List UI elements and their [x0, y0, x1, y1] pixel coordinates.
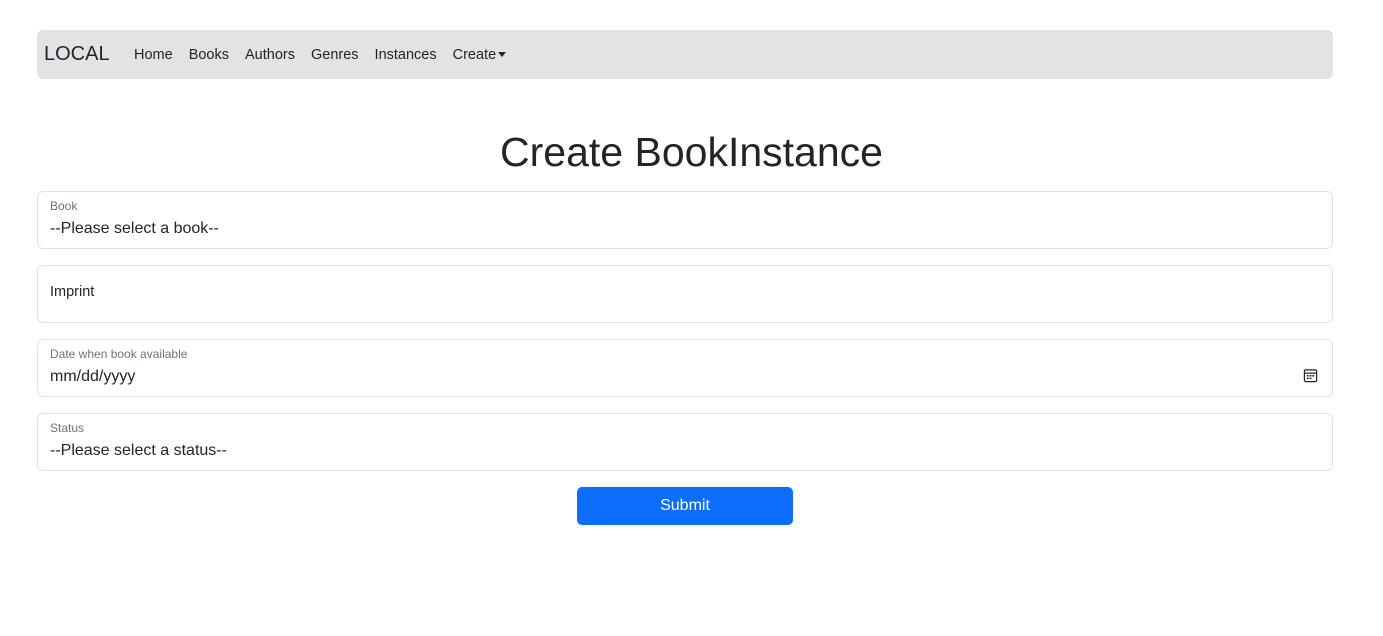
due-back-placeholder: mm/dd/yyyy	[50, 368, 136, 385]
page-title: Create BookInstance	[500, 129, 883, 175]
imprint-label: Imprint	[50, 284, 95, 300]
due-back-label: Date when book available	[50, 347, 188, 361]
nav-dropdown-create[interactable]: Create	[453, 45, 507, 65]
due-back-date-field[interactable]: Date when book available mm/dd/yyyy	[37, 339, 1333, 397]
navbar-brand[interactable]: LOCAL	[44, 42, 110, 66]
book-select-value: --Please select a book--	[50, 220, 219, 237]
status-label: Status	[50, 421, 85, 435]
nav-link-books[interactable]: Books	[189, 45, 229, 65]
nav-link-instances[interactable]: Instances	[375, 45, 437, 65]
nav-dropdown-create-label: Create	[452, 47, 497, 63]
navbar: LOCAL Home Books Authors Genres Instance…	[37, 30, 1333, 79]
nav-link-home[interactable]: Home	[134, 45, 173, 65]
imprint-field[interactable]: Imprint	[37, 265, 1333, 323]
submit-button[interactable]: Submit	[577, 487, 793, 525]
book-label: Book	[50, 199, 78, 213]
nav-links: Home Books Authors Genres Instances Crea…	[134, 45, 514, 65]
book-select[interactable]: Book --Please select a book--	[37, 191, 1333, 249]
calendar-icon[interactable]	[1303, 368, 1318, 383]
nav-link-genres[interactable]: Genres	[311, 45, 359, 65]
status-select-value: --Please select a status--	[50, 442, 227, 459]
caret-down-icon	[498, 52, 507, 57]
nav-link-authors[interactable]: Authors	[245, 45, 295, 65]
status-select[interactable]: Status --Please select a status--	[37, 413, 1333, 471]
